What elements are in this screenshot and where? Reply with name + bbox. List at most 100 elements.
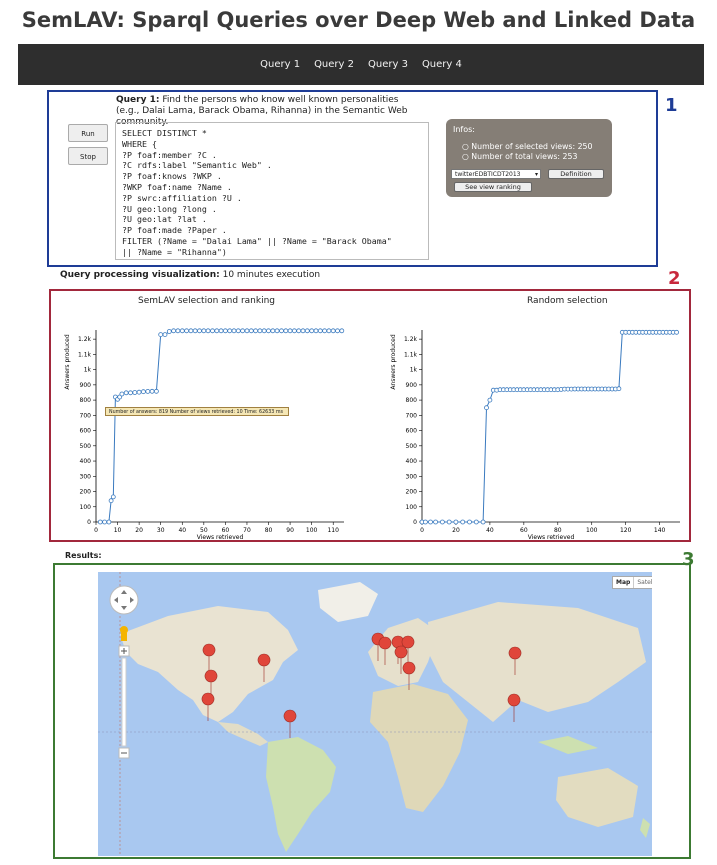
x-tick-label: 100 [586, 527, 598, 534]
data-point [274, 328, 280, 334]
data-point [227, 328, 233, 334]
map-type-satellite[interactable]: Satellite [633, 577, 652, 588]
y-axis-label: Answers produced [64, 334, 71, 390]
x-tick-label: 140 [654, 527, 666, 534]
chart-semlav: 0 100 200 300 400 500 600 700 800 900 1k 1.1k 1.2k 0 1… [64, 328, 345, 541]
data-point [339, 328, 345, 334]
infos-title: Infos: [453, 125, 476, 134]
y-tick-label: 400 [406, 458, 418, 465]
data-point [313, 328, 319, 334]
y-tick-label: 800 [406, 397, 418, 404]
data-point [473, 519, 479, 525]
data-point [175, 328, 181, 334]
data-point [326, 328, 332, 334]
data-point [433, 519, 438, 525]
data-point [253, 328, 259, 334]
data-point [309, 328, 315, 334]
section-number-1: 1 [665, 95, 678, 116]
data-point [467, 519, 472, 525]
data-point [244, 328, 250, 334]
definition-button[interactable]: Definition [548, 169, 604, 179]
nav-query-3[interactable]: Query 3 [368, 59, 408, 70]
x-tick-label: 30 [157, 527, 165, 534]
selected-views-info: ○ Number of selected views: 250 [462, 142, 593, 151]
data-point [108, 498, 114, 504]
data-point [487, 397, 493, 403]
zoom-in-icon[interactable] [118, 645, 130, 657]
data-point [287, 328, 293, 334]
x-tick-label: 90 [286, 527, 294, 534]
series-line [100, 330, 342, 523]
data-point [480, 519, 486, 525]
data-point [145, 389, 151, 394]
data-point [296, 328, 302, 334]
view-select[interactable]: twitterEDBTICDT2013 ▾ [451, 169, 541, 179]
results-label: Results: [65, 551, 102, 560]
data-point [335, 328, 340, 334]
zoom-slider[interactable] [121, 657, 127, 747]
y-tick-label: 1.1k [78, 351, 92, 358]
data-point [149, 388, 155, 394]
map-type-map[interactable]: Map [613, 577, 633, 588]
data-point [616, 386, 622, 392]
data-point [484, 405, 489, 411]
nav-query-2[interactable]: Query 2 [314, 59, 354, 70]
navbar: Query 1 Query 2 Query 3 Query 4 [18, 44, 704, 85]
infos-panel: Infos: ○ Number of selected views: 250 ○… [446, 119, 612, 197]
x-tick-label: 80 [554, 527, 562, 534]
x-tick-label: 60 [222, 527, 230, 534]
data-point [106, 519, 112, 525]
data-point [154, 388, 159, 394]
zoom-out-icon[interactable] [118, 747, 130, 759]
data-point [423, 519, 428, 525]
total-views-info: ○ Number of total views: 253 [462, 152, 578, 161]
x-tick-label: 50 [200, 527, 208, 534]
query-editor[interactable]: SELECT DISTINCT * WHERE { ?P foaf:member… [115, 122, 429, 260]
section-number-3: 3 [682, 549, 695, 570]
y-tick-label: 900 [80, 382, 92, 389]
data-point [102, 519, 107, 525]
results-map[interactable]: Map Satellite [98, 572, 652, 856]
y-tick-label: 800 [80, 397, 92, 404]
data-point [188, 328, 194, 334]
visualization-label: Query processing visualization: 10 minut… [60, 270, 320, 280]
y-tick-label: 700 [406, 412, 418, 419]
x-tick-label: 20 [135, 527, 143, 534]
y-tick-label: 1.2k [404, 336, 418, 343]
data-point [300, 328, 306, 334]
data-point [210, 328, 215, 334]
data-point [222, 328, 228, 334]
run-button[interactable]: Run [68, 124, 108, 142]
x-tick-label: 60 [520, 527, 528, 534]
y-tick-label: 100 [406, 504, 418, 511]
data-point [132, 390, 138, 395]
x-tick-label: 0 [94, 527, 98, 534]
y-tick-label: 1k [84, 367, 92, 374]
y-tick-label: 1.1k [404, 351, 418, 358]
y-tick-label: 0 [413, 519, 417, 526]
chart-title-random: Random selection [527, 296, 608, 306]
x-tick-label: 100 [306, 527, 318, 534]
stop-button[interactable]: Stop [68, 147, 108, 165]
data-point [270, 328, 276, 334]
pegman-icon[interactable] [120, 626, 128, 641]
chart-random: 0 100 200 300 400 500 600 700 800 900 1k 1.1k 1.2k 0 2… [390, 329, 680, 541]
visualization-label-bold: Query processing visualization: [60, 270, 220, 280]
data-point [201, 328, 207, 334]
nav-query-1[interactable]: Query 1 [260, 59, 300, 70]
page-title: SemLAV: Sparql Queries over Deep Web and… [21, 8, 696, 32]
pan-control-icon[interactable] [109, 585, 139, 615]
view-ranking-button[interactable]: See view ranking [454, 182, 532, 192]
data-point [218, 328, 224, 334]
data-point [128, 390, 133, 396]
view-select-value: twitterEDBTICDT2013 [455, 171, 521, 178]
series-line [422, 331, 677, 523]
nav-query-4[interactable]: Query 4 [422, 59, 462, 70]
data-point [261, 328, 267, 334]
x-tick-label: 20 [452, 527, 460, 534]
y-tick-label: 200 [406, 489, 418, 496]
data-point [304, 328, 310, 334]
data-point [171, 328, 176, 334]
data-point [97, 519, 103, 525]
data-point [231, 328, 237, 334]
